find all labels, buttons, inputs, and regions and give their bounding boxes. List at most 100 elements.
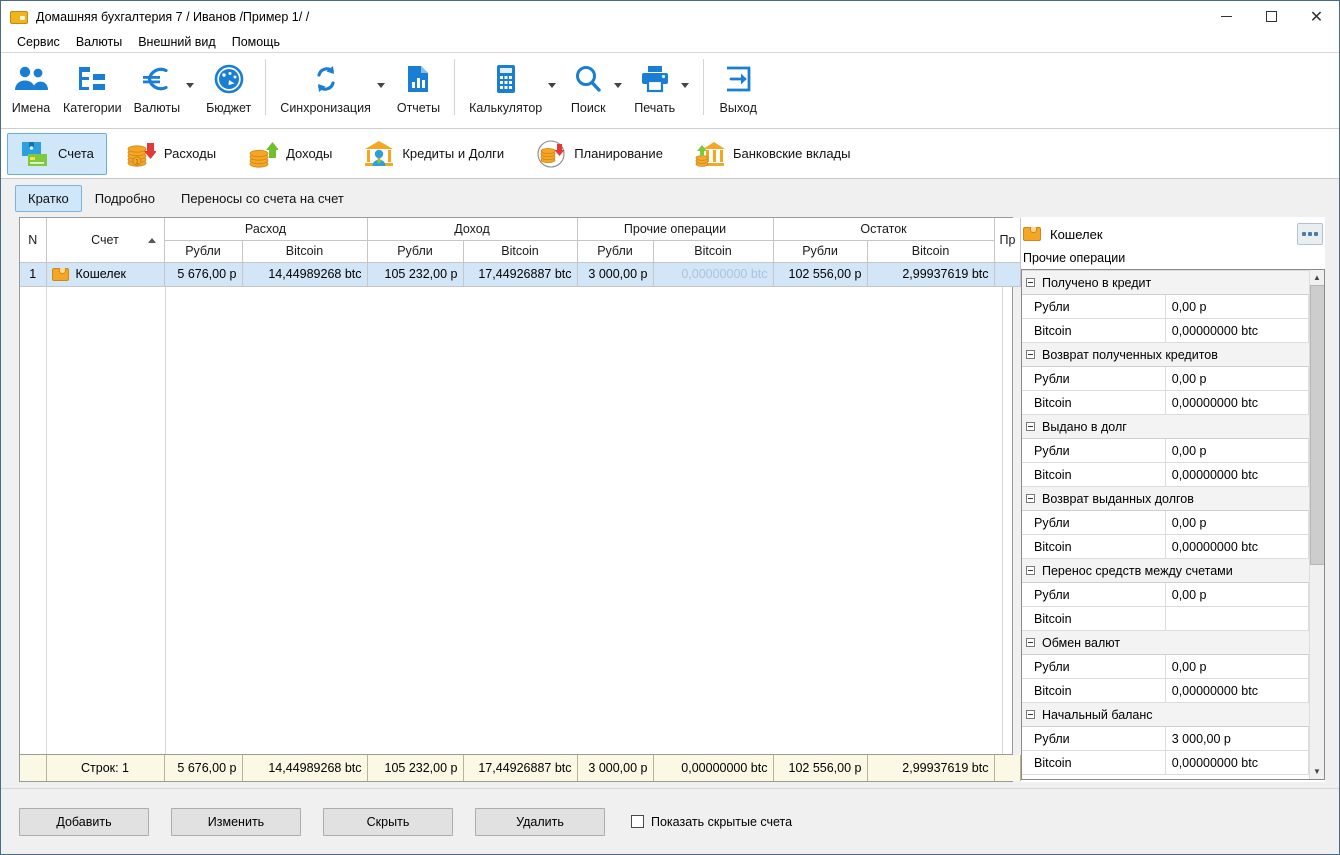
details-group-header[interactable]: Возврат полученных кредитов [1022, 342, 1309, 367]
details-group-label: Возврат полученных кредитов [1042, 347, 1218, 362]
tab-label: Расходы [163, 146, 217, 161]
details-group-header[interactable]: Начальный баланс [1022, 702, 1309, 727]
toolbar-button-budget[interactable]: Бюджет [200, 53, 257, 115]
details-value: 0,00000000 btc [1165, 534, 1309, 559]
details-group-header[interactable]: Выдано в долг [1022, 414, 1309, 439]
details-key: Bitcoin [1022, 750, 1166, 775]
col-group-income: Доход [367, 218, 578, 241]
collapse-icon[interactable] [1026, 278, 1035, 287]
toolbar-button-currencies[interactable]: Валюты [128, 53, 186, 115]
svg-text:1: 1 [135, 158, 139, 165]
details-group-header[interactable]: Перенос средств между счетами [1022, 558, 1309, 583]
tab-income[interactable]: Доходы [235, 133, 345, 175]
scroll-up-icon[interactable]: ▲ [1310, 270, 1325, 285]
calculator-dropdown-arrow[interactable] [548, 53, 562, 88]
details-group-header[interactable]: Получено в кредит [1022, 270, 1309, 295]
details-row: Рубли 0,00 р [1022, 654, 1309, 679]
print-dropdown-arrow[interactable] [681, 53, 695, 88]
toolbar-button-synchronization[interactable]: Синхронизация [274, 53, 377, 115]
menu-item-currencies[interactable]: Валюты [68, 33, 130, 51]
toolbar-button-search[interactable]: Поиск [562, 53, 614, 115]
add-button[interactable]: Добавить [19, 807, 149, 836]
tab-bank-deposits[interactable]: Банковские вклады [682, 133, 864, 175]
details-key: Bitcoin [1022, 390, 1166, 415]
details-group-label: Получено в кредит [1042, 275, 1152, 290]
application-window: Домашняя бухгалтерия 7 / Иванов /Пример … [0, 0, 1340, 855]
details-key: Рубли [1022, 366, 1166, 391]
footer-income-rub: 105 232,00 р [367, 755, 464, 781]
hide-button[interactable]: Скрыть [323, 807, 453, 836]
scrollbar-track[interactable] [1309, 285, 1324, 764]
details-key: Рубли [1022, 582, 1166, 607]
details-key: Bitcoin [1022, 318, 1166, 343]
search-dropdown-arrow[interactable] [614, 53, 628, 88]
toolbar-button-print[interactable]: Печать [628, 53, 681, 115]
footer-other-rub: 3 000,00 р [577, 755, 654, 781]
details-group-label: Начальный баланс [1042, 707, 1153, 722]
tree-list-icon [75, 59, 109, 99]
tab-credits-debts[interactable]: Кредиты и Долги [351, 133, 517, 175]
title-bar: Домашняя бухгалтерия 7 / Иванов /Пример … [1, 1, 1339, 32]
subtab-detailed[interactable]: Подробно [82, 185, 168, 212]
tab-accounts[interactable]: Счета [7, 132, 107, 175]
toolbar-button-categories[interactable]: Категории [57, 53, 128, 115]
edit-button[interactable]: Изменить [171, 807, 301, 836]
subtab-transfers[interactable]: Переносы со счета на счет [168, 185, 357, 212]
menu-item-help[interactable]: Помощь [224, 33, 288, 51]
collapse-icon[interactable] [1026, 710, 1035, 719]
footer-other-btc: 0,00000000 btc [653, 755, 774, 781]
collapse-icon[interactable] [1026, 638, 1035, 647]
tab-planning[interactable]: Планирование [523, 133, 676, 175]
toolbar-button-exit[interactable]: Выход [712, 53, 764, 115]
currencies-dropdown-arrow[interactable] [186, 53, 200, 88]
content-area: N Счет Расход Доход Прочие операции Оста… [1, 217, 1339, 782]
details-group-label: Возврат выданных долгов [1042, 491, 1194, 506]
details-panel: Кошелек Прочие операции Получено в креди… [1021, 217, 1325, 782]
toolbar-button-names[interactable]: Имена [5, 53, 57, 115]
details-key: Рубли [1022, 654, 1166, 679]
show-hidden-accounts-checkbox[interactable]: Показать скрытые счета [631, 815, 792, 829]
col-header-income-btc[interactable]: Bitcoin [463, 240, 578, 263]
collapse-icon[interactable] [1026, 350, 1035, 359]
col-header-account[interactable]: Счет [46, 218, 165, 263]
synchronization-dropdown-arrow[interactable] [376, 53, 391, 88]
col-header-expense-btc[interactable]: Bitcoin [242, 240, 368, 263]
minimize-icon[interactable] [1204, 1, 1249, 32]
tab-expenses[interactable]: 1 Расходы [113, 133, 229, 175]
details-value: 0,00 р [1165, 654, 1309, 679]
menu-item-service[interactable]: Сервис [9, 33, 68, 51]
subtab-brief[interactable]: Кратко [15, 184, 82, 212]
col-header-income-rub[interactable]: Рубли [367, 240, 464, 263]
col-header-other-rub[interactable]: Рубли [577, 240, 654, 263]
collapse-icon[interactable] [1026, 566, 1035, 575]
delete-button[interactable]: Удалить [475, 807, 605, 836]
toolbar-button-reports[interactable]: Отчеты [391, 53, 446, 115]
col-header-expense-rub[interactable]: Рубли [164, 240, 243, 263]
col-header-balance-btc[interactable]: Bitcoin [867, 240, 995, 263]
grid-empty-area[interactable] [20, 286, 1012, 754]
close-icon[interactable]: ✕ [1294, 1, 1339, 32]
gauge-icon [212, 59, 246, 99]
category-tab-strip: Счета 1 Расходы Доходы Кредиты и Долги П… [1, 129, 1339, 179]
col-header-balance-rub[interactable]: Рубли [773, 240, 868, 263]
col-header-other-btc[interactable]: Bitcoin [653, 240, 774, 263]
col-header-n[interactable]: N [20, 218, 47, 263]
details-scrollbar[interactable]: ▲ ▼ [1309, 270, 1324, 779]
scroll-down-icon[interactable]: ▼ [1310, 764, 1325, 779]
maximize-icon[interactable] [1249, 1, 1294, 32]
checkbox-box[interactable] [631, 815, 644, 828]
col-group-balance: Остаток [773, 218, 995, 241]
details-key: Рубли [1022, 726, 1166, 751]
sync-icon [309, 59, 343, 99]
details-group-header[interactable]: Возврат выданных долгов [1022, 486, 1309, 511]
details-group-header[interactable]: Обмен валют [1022, 630, 1309, 655]
collapse-icon[interactable] [1026, 494, 1035, 503]
menu-item-appearance[interactable]: Внешний вид [130, 33, 223, 51]
table-row[interactable]: 1 Кошелек 5 676,00 р 14,44989268 btc 105… [20, 262, 1021, 287]
toolbar-button-calculator[interactable]: Калькулятор [463, 53, 548, 115]
details-row: Рубли 0,00 р [1022, 510, 1309, 535]
scrollbar-thumb[interactable] [1309, 285, 1324, 565]
more-options-icon[interactable] [1297, 223, 1323, 245]
footer-row: Строк: 1 5 676,00 р 14,44989268 btc 105 … [20, 755, 1021, 781]
collapse-icon[interactable] [1026, 422, 1035, 431]
